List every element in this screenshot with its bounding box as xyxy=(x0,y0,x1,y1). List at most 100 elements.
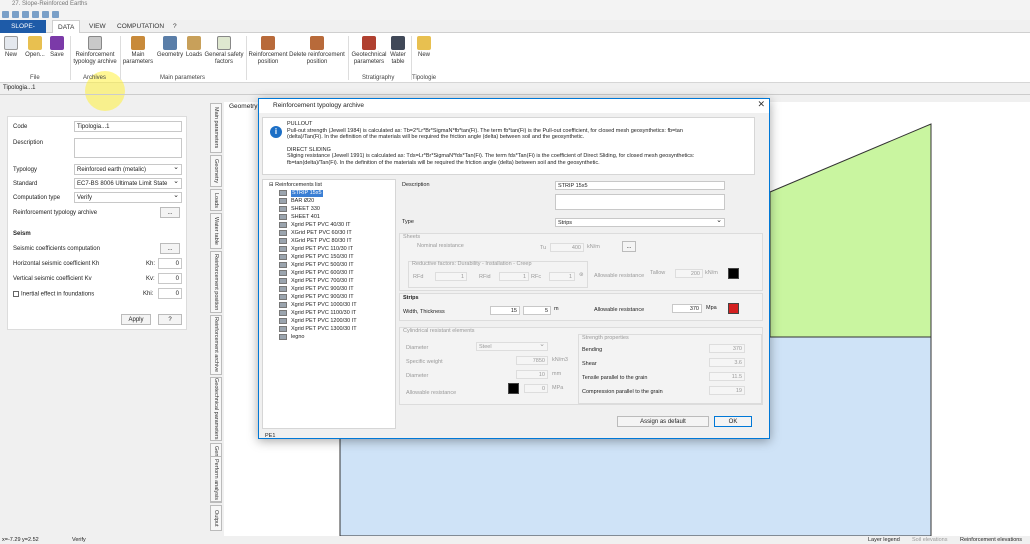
tree-item[interactable]: Xgrid PET PVC 700/30 IT xyxy=(279,278,354,285)
tab-output[interactable]: Output xyxy=(210,505,222,531)
print-icon[interactable] xyxy=(52,11,59,18)
tallow-input[interactable]: 200 xyxy=(675,269,703,278)
tree-item[interactable]: XGrid PET PVC 60/30 IT xyxy=(279,230,352,237)
typology-select[interactable]: Reinforced earth (metalic) xyxy=(74,163,182,175)
code-input[interactable]: Tipologia...1 xyxy=(74,121,182,132)
kh-input[interactable]: 0 xyxy=(158,258,182,269)
tree-item[interactable]: Xgrid PET PVC 150/30 IT xyxy=(279,254,354,261)
menu-data[interactable]: DATA xyxy=(52,20,81,33)
close-icon[interactable]: ✕ xyxy=(757,99,765,110)
allowable-cyl-input[interactable]: 0 xyxy=(524,384,548,393)
tree-item[interactable]: Xgrid PET PVC 1300/30 IT xyxy=(279,326,357,333)
tab-geometry[interactable]: Geometry xyxy=(210,155,222,187)
width-input[interactable]: 15 xyxy=(490,306,520,315)
main-parameters-button[interactable]: Main parameters xyxy=(121,36,155,66)
slope-layer-green xyxy=(769,123,932,343)
tree-item[interactable]: Xgrid PET PVC 110/30 IT xyxy=(279,246,353,253)
ok-button[interactable]: OK xyxy=(714,416,752,427)
open-button[interactable]: Open... xyxy=(22,36,48,59)
tree-item[interactable]: BAR Ø20 xyxy=(279,198,314,205)
geometry-button[interactable]: Geometry xyxy=(156,36,184,59)
sheet-color-swatch[interactable] xyxy=(728,268,739,279)
tab-water-table[interactable]: Water table xyxy=(210,213,222,249)
seismic-computation-button[interactable]: ... xyxy=(160,243,180,254)
tree-root[interactable]: ⊟ Reinforcements list xyxy=(269,182,322,189)
description-input[interactable] xyxy=(74,138,182,158)
reinforcement-elevations-toggle[interactable]: Reinforcement elevations xyxy=(960,536,1022,544)
general-safety-factors-button[interactable]: General safety factors xyxy=(204,36,244,66)
tab-loads[interactable]: Loads xyxy=(210,189,222,211)
menu-help[interactable]: ? xyxy=(168,20,182,33)
tu-browse-button[interactable]: ... xyxy=(622,241,636,252)
reinforcement-position-button[interactable]: Reinforcement position xyxy=(248,36,288,66)
zoom-in-icon[interactable] xyxy=(12,11,19,18)
specific-weight-input[interactable]: 7850 xyxy=(516,356,548,365)
zoom-out-icon[interactable] xyxy=(22,11,29,18)
type-select[interactable]: Strips xyxy=(555,217,725,227)
tu-input[interactable]: 400 xyxy=(550,243,584,252)
tree-item[interactable]: STRIP 15x5 xyxy=(279,190,323,197)
tree-item[interactable]: Xgrid PET PVC 900/30 IT xyxy=(279,294,354,301)
tree-item[interactable]: Xgrid PET PVC 600/30 IT xyxy=(279,270,354,277)
shear-input[interactable]: 3.6 xyxy=(709,358,745,367)
thickness-input[interactable]: 5 xyxy=(523,306,551,315)
reinforcement-typology-archive-button[interactable]: Reinforcement typology archive xyxy=(72,36,118,66)
document-tab[interactable]: Tipologia...1 xyxy=(3,85,35,91)
water-table-button[interactable]: Water table xyxy=(387,36,409,66)
soil-elevations-toggle[interactable]: Soil elevations xyxy=(912,536,947,544)
kv-input[interactable]: 0 xyxy=(158,273,182,284)
computation-type-select[interactable]: Verify xyxy=(74,191,182,203)
description-extra-input[interactable] xyxy=(555,194,725,210)
tree-item[interactable]: Xgrid PET PVC 500/30 IT xyxy=(279,262,354,269)
khi-input[interactable]: 0 xyxy=(158,288,182,299)
tab-reinforcement-position[interactable]: Reinforcement position xyxy=(210,251,222,313)
tab-main-parameters[interactable]: Main parameters xyxy=(210,103,222,153)
save-icon[interactable] xyxy=(2,11,9,18)
rfid-input[interactable]: 1 xyxy=(499,272,529,281)
tab-geotechnical-parameters[interactable]: Geotechnical parameters xyxy=(210,377,222,441)
geotechnical-parameters-button[interactable]: Geotechnical parameters xyxy=(350,36,388,66)
new-tipologie-button[interactable]: New xyxy=(413,36,435,59)
tree-item[interactable]: Xgrid PET PVC 900/30 IT xyxy=(279,286,354,293)
material-select[interactable]: Steel xyxy=(476,341,548,351)
tree-item[interactable]: Xgrid PET PVC 40/30 IT xyxy=(279,222,351,229)
layer-legend-toggle[interactable]: Layer legend xyxy=(868,536,900,544)
refresh-icon[interactable]: ⊛ xyxy=(579,272,584,278)
fs-icon xyxy=(217,36,231,50)
compression-input[interactable]: 19 xyxy=(709,386,745,395)
cylinder-color-swatch[interactable] xyxy=(508,383,519,394)
tab-perform-analysis[interactable]: Perform analysis xyxy=(210,456,222,502)
rfc-input[interactable]: 1 xyxy=(549,272,575,281)
tree-item[interactable]: legno xyxy=(279,334,304,341)
help-button[interactable]: ? xyxy=(158,314,182,325)
tab-reinforcement-archive[interactable]: Reinforcement archive xyxy=(210,315,222,375)
tree-item[interactable]: XGrid PET PVC 80/30 IT xyxy=(279,238,352,245)
file-menu[interactable]: SLOPE-M.R.E. xyxy=(0,20,46,43)
standard-select[interactable]: EC7-BS 8006 Ultimate Limit State xyxy=(74,177,182,189)
description-input[interactable]: STRIP 15x5 xyxy=(555,181,725,190)
tree-item[interactable]: SHEET 401 xyxy=(279,214,320,221)
diameter-input[interactable]: 10 xyxy=(516,370,548,379)
loads-button[interactable]: Loads xyxy=(184,36,204,59)
strip-color-swatch[interactable] xyxy=(728,303,739,314)
menu-computation[interactable]: COMPUTATION xyxy=(112,20,169,33)
assign-default-button[interactable]: Assign as default xyxy=(617,416,709,427)
apply-button[interactable]: Apply xyxy=(121,314,151,325)
delete-reinforcement-position-button[interactable]: Delete reinforcement position xyxy=(288,36,346,66)
zoom-icon[interactable] xyxy=(32,11,39,18)
tree-item[interactable]: Xgrid PET PVC 1100/30 IT xyxy=(279,310,356,317)
rfd-input[interactable]: 1 xyxy=(435,272,467,281)
menu-view[interactable]: VIEW xyxy=(84,20,111,33)
inertial-checkbox-row[interactable]: Inertial effect in foundations xyxy=(13,291,94,298)
new-button[interactable]: New xyxy=(3,36,19,59)
save-button[interactable]: Save xyxy=(48,36,66,59)
tree-item[interactable]: SHEET 330 xyxy=(279,206,320,213)
tree-item[interactable]: Xgrid PET PVC 1200/30 IT xyxy=(279,318,357,325)
tree-item[interactable]: Xgrid PET PVC 1000/30 IT xyxy=(279,302,357,309)
pan-icon[interactable] xyxy=(42,11,49,18)
tensile-input[interactable]: 11.5 xyxy=(709,372,745,381)
archive-browse-button[interactable]: ... xyxy=(160,207,180,218)
allowable-strip-input[interactable]: 370 xyxy=(672,304,702,313)
bending-input[interactable]: 370 xyxy=(709,344,745,353)
inertial-checkbox[interactable] xyxy=(13,291,19,297)
